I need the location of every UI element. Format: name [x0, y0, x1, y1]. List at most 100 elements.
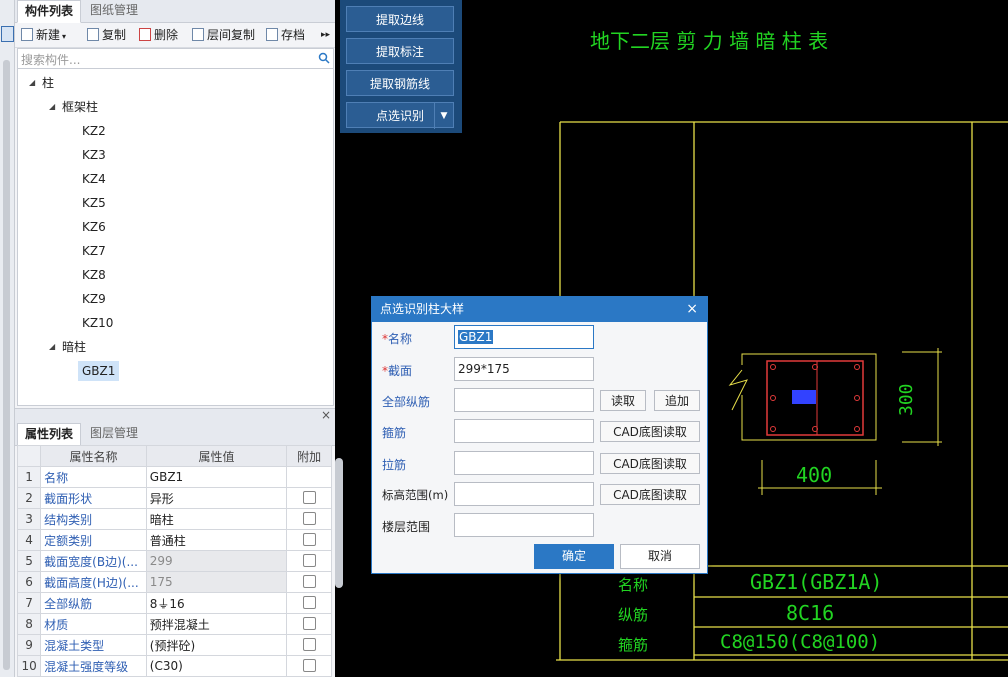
chevron-down-icon: ▾ [62, 32, 67, 41]
property-row[interactable]: 7 全部纵筋 8⏚16 [16, 592, 332, 614]
left-scrollbar[interactable] [3, 60, 10, 670]
extra-checkbox[interactable] [302, 574, 316, 588]
property-row[interactable]: 5 截面宽度(B边)(... 299 [16, 550, 332, 572]
tree-item-kz4[interactable]: KZ4 [82, 169, 106, 189]
tree-node-frame-column[interactable]: ◢ 框架柱 [49, 97, 98, 117]
tree-node-column[interactable]: ◢ 柱 [29, 73, 54, 93]
save-button[interactable]: 存档 [266, 26, 305, 44]
name-field[interactable]: GBZ1 [454, 325, 594, 349]
extra-checkbox[interactable] [302, 616, 316, 630]
cad-stirrup-value: C8@150(C8@100) [720, 631, 880, 653]
selection-marker [792, 390, 816, 404]
col-header-value: 属性值 [145, 445, 288, 467]
component-tree: ◢ 柱 ◢ 框架柱 KZ2 KZ3 KZ4 KZ5 KZ6 KZ7 KZ8 KZ9 … [17, 68, 334, 406]
extract-annotation-button[interactable]: 提取标注 [346, 38, 454, 64]
label-tie: 拉筋 [382, 458, 407, 472]
expand-arrow-icon: ◢ [29, 78, 36, 87]
dim-height-label: 300 [896, 383, 917, 416]
property-row[interactable]: 3 结构类别 暗柱 [16, 508, 332, 530]
stirrup-cad-read-button[interactable]: CAD底图读取 [600, 421, 700, 442]
property-scrollbar[interactable] [335, 458, 343, 588]
extra-checkbox[interactable] [302, 595, 316, 609]
stirrup-field[interactable] [454, 419, 594, 443]
row-label-name: 名称 [618, 576, 648, 594]
extract-edge-button[interactable]: 提取边线 [346, 6, 454, 32]
property-row[interactable]: 9 混凝土类型 (预拌砼) [16, 634, 332, 656]
close-icon[interactable]: × [686, 297, 698, 322]
elevation-cad-read-button[interactable]: CAD底图读取 [600, 484, 700, 505]
property-row[interactable]: 6 截面高度(H边)(... 175 [16, 571, 332, 593]
tree-item-kz7[interactable]: KZ7 [82, 241, 106, 261]
ok-button[interactable]: 确定 [534, 544, 614, 569]
floor-copy-button[interactable]: 层间复制 [192, 26, 255, 44]
section-field[interactable]: 299*175 [454, 357, 594, 381]
label-name: *名称 [382, 332, 413, 346]
new-icon [21, 28, 33, 41]
tree-item-kz9[interactable]: KZ9 [82, 289, 106, 309]
tree-item-kz6[interactable]: KZ6 [82, 217, 106, 237]
delete-button[interactable]: 删除 [139, 26, 178, 44]
extra-checkbox[interactable] [302, 532, 316, 546]
property-row[interactable]: 10 混凝土强度等级 (C30) [16, 655, 332, 677]
property-tabs: 属性列表 图层管理 [15, 423, 335, 446]
expand-arrow-icon: ◢ [49, 102, 56, 111]
dialog-titlebar[interactable]: 点选识别柱大样 × [372, 297, 707, 322]
recognition-tool-panel: 提取边线 提取标注 提取钢筋线 点选识别 ▼ [340, 0, 462, 133]
expand-arrow-icon: ◢ [49, 342, 56, 351]
elevation-field[interactable] [454, 482, 594, 506]
copy-icon [87, 28, 99, 41]
extract-rebar-line-button[interactable]: 提取钢筋线 [346, 70, 454, 96]
read-button[interactable]: 读取 [600, 390, 646, 411]
panel-toggle-icon[interactable] [1, 26, 14, 42]
copy-button[interactable]: 复制 [87, 26, 126, 44]
point-recognize-button[interactable]: 点选识别 ▼ [346, 102, 454, 129]
property-row[interactable]: 4 定额类别 普通柱 [16, 529, 332, 551]
extra-checkbox[interactable] [302, 490, 316, 504]
toolbar-more-button[interactable]: ▸▸ [321, 26, 330, 44]
close-icon[interactable]: × [321, 408, 331, 422]
left-edge-strip [0, 0, 15, 677]
tab-component-list[interactable]: 构件列表 [17, 0, 82, 23]
append-button[interactable]: 追加 [654, 390, 700, 411]
floor-copy-icon [192, 28, 204, 41]
tie-field[interactable] [454, 451, 594, 475]
cancel-button[interactable]: 取消 [620, 544, 700, 569]
chevron-down-icon[interactable]: ▼ [434, 103, 453, 129]
save-icon [266, 28, 278, 41]
tab-property-list[interactable]: 属性列表 [17, 423, 82, 446]
label-elevation: 标高范围(m) [382, 488, 449, 502]
tree-item-kz5[interactable]: KZ5 [82, 193, 106, 213]
tree-item-kz10[interactable]: KZ10 [82, 313, 113, 333]
tab-layer-management[interactable]: 图层管理 [83, 423, 145, 444]
property-row[interactable]: 1 名称 GBZ1 [16, 466, 332, 488]
cad-long-rebar-value: 8C16 [786, 601, 834, 625]
property-row[interactable]: 8 材质 预拌混凝土 [16, 613, 332, 635]
property-grid: 属性名称 属性值 附加 1 名称 GBZ1 2 截面形状 异形 3 结构类别 暗柱 4 定额类… [16, 445, 332, 677]
col-header-name: 属性名称 [40, 445, 147, 467]
tree-node-hidden-column[interactable]: ◢ 暗柱 [49, 337, 86, 357]
search-input[interactable]: 搜索构件... [17, 48, 334, 69]
label-section: *截面 [382, 364, 413, 378]
search-icon [318, 52, 330, 64]
new-button[interactable]: 新建 ▾ [21, 26, 66, 44]
cad-title: 地下二层 剪 力 墙 暗 柱 表 [590, 29, 828, 53]
row-label-stirrup: 箍筋 [618, 636, 648, 654]
extra-checkbox[interactable] [302, 658, 316, 672]
property-row[interactable]: 2 截面形状 异形 [16, 487, 332, 509]
floor-field[interactable] [454, 513, 594, 537]
panel-splitter[interactable]: × [15, 408, 335, 423]
extra-checkbox[interactable] [302, 511, 316, 525]
recognize-column-dialog: 点选识别柱大样 × *名称 GBZ1 *截面 299*175 全部纵筋 读取 追… [371, 296, 708, 574]
component-toolbar: 新建 ▾ 复制 删除 层间复制 存档 ▸▸ [15, 23, 335, 48]
extra-checkbox[interactable] [302, 553, 316, 567]
tree-item-kz3[interactable]: KZ3 [82, 145, 106, 165]
tree-item-gbz1[interactable]: GBZ1 [78, 361, 120, 381]
tree-item-kz2[interactable]: KZ2 [82, 121, 106, 141]
tie-cad-read-button[interactable]: CAD底图读取 [600, 453, 700, 474]
tree-item-kz8[interactable]: KZ8 [82, 265, 106, 285]
label-all-rebar: 全部纵筋 [382, 395, 431, 409]
all-rebar-field[interactable] [454, 388, 594, 412]
extra-checkbox[interactable] [302, 637, 316, 651]
component-panel: 构件列表 图纸管理 新建 ▾ 复制 删除 层间复制 存档 ▸▸ 搜索构件... ◢… [15, 0, 343, 677]
tab-drawing-management[interactable]: 图纸管理 [83, 0, 145, 21]
